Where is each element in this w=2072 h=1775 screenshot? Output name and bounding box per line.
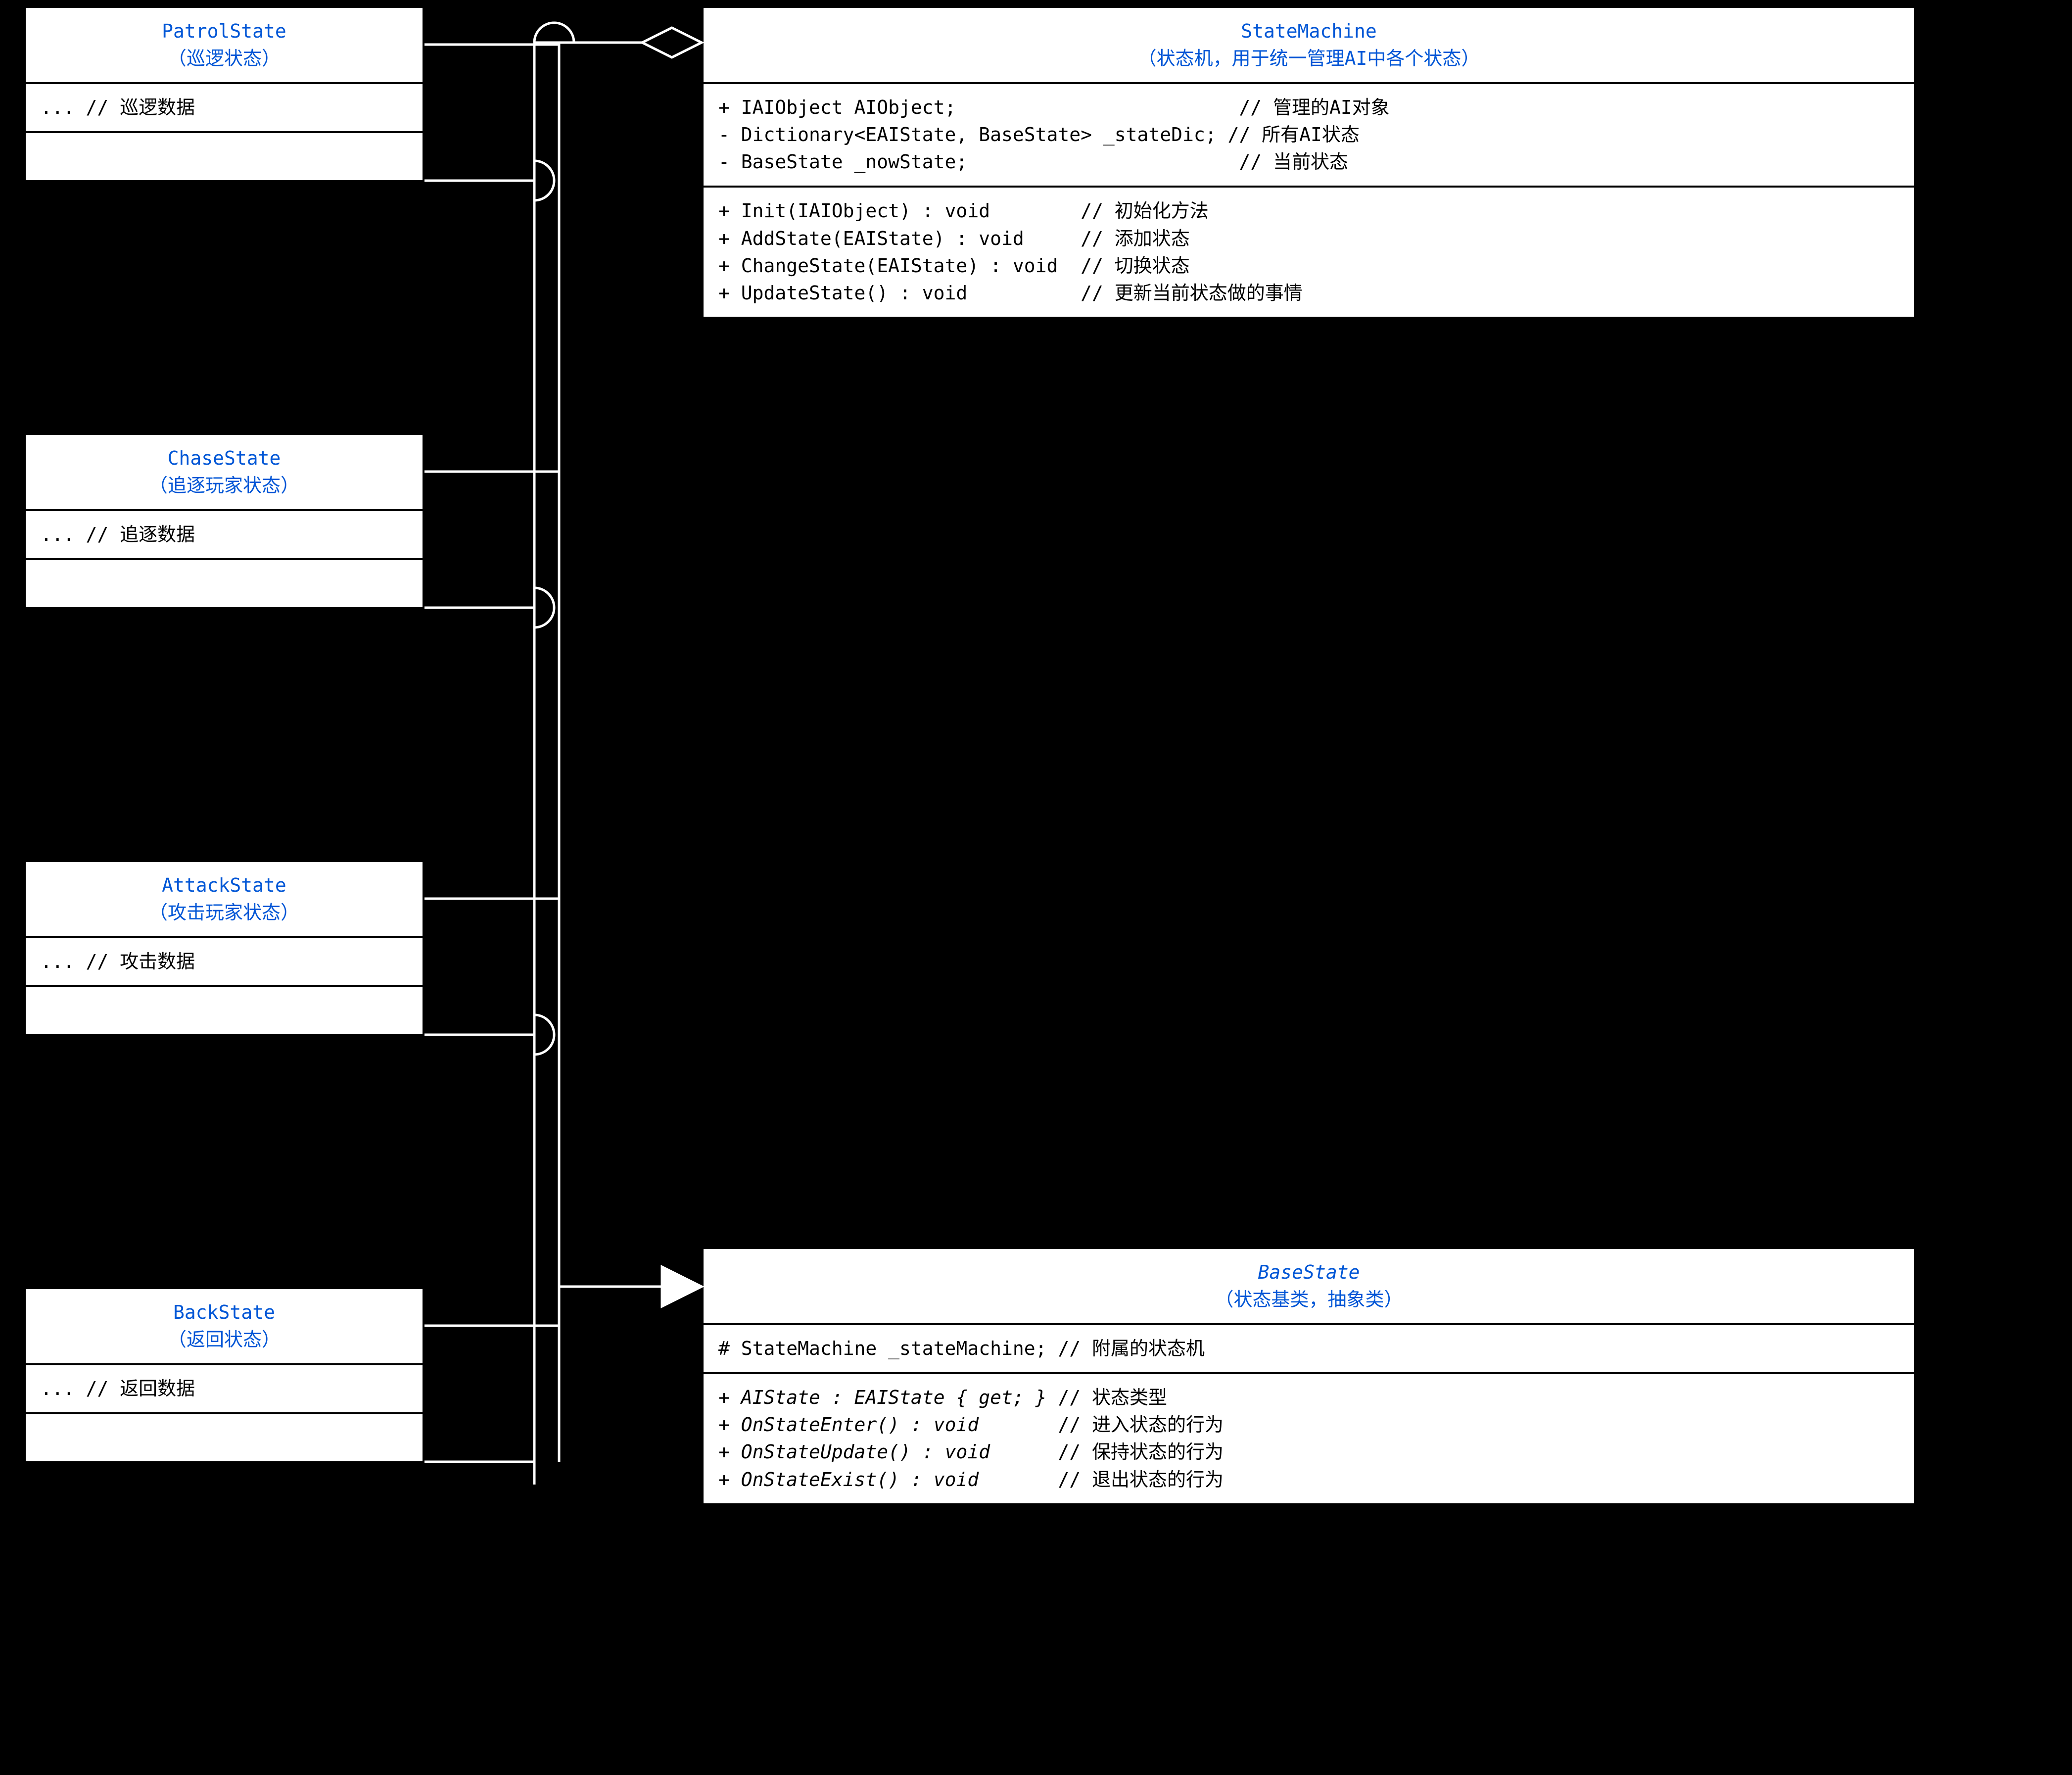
class-methods: [26, 558, 423, 607]
class-methods: [26, 131, 423, 180]
composition-diamond-icon: [642, 28, 702, 57]
class-name: BaseState: [718, 1259, 1899, 1286]
class-fields: + IAIObject AIObject; // 管理的AI对象 - Dicti…: [704, 82, 1914, 186]
class-methods: + Init(IAIObject) : void // 初始化方法 + AddS…: [704, 186, 1914, 316]
class-fields: ... // 巡逻数据: [26, 82, 423, 131]
inheritance-arrow-icon: [662, 1267, 702, 1306]
class-patrolstate: PatrolState （巡逻状态） ... // 巡逻数据: [24, 6, 424, 182]
class-basestate: BaseState （状态基类，抽象类） # StateMachine _sta…: [702, 1247, 1916, 1505]
class-fields: ... // 返回数据: [26, 1363, 423, 1412]
class-name: StateMachine: [718, 18, 1899, 45]
class-title: BackState （返回状态）: [26, 1289, 423, 1363]
class-name: PatrolState: [41, 18, 408, 45]
uml-canvas: StateMachine （状态机，用于统一管理AI中各个状态） + IAIOb…: [0, 0, 2072, 1775]
class-backstate: BackState （返回状态） ... // 返回数据: [24, 1287, 424, 1463]
class-chasestate: ChaseState （追逐玩家状态） ... // 追逐数据: [24, 433, 424, 609]
class-title: BaseState （状态基类，抽象类）: [704, 1249, 1914, 1323]
class-methods: [26, 985, 423, 1034]
class-methods: + AIState : EAIState { get; } // 状态类型+ O…: [704, 1372, 1914, 1503]
class-title: StateMachine （状态机，用于统一管理AI中各个状态）: [704, 8, 1914, 82]
class-fields: ... // 追逐数据: [26, 509, 423, 558]
class-subtitle: （状态机，用于统一管理AI中各个状态）: [718, 45, 1899, 72]
class-title: ChaseState （追逐玩家状态）: [26, 435, 423, 509]
class-attackstate: AttackState （攻击玩家状态） ... // 攻击数据: [24, 860, 424, 1036]
class-statemachine: StateMachine （状态机，用于统一管理AI中各个状态） + IAIOb…: [702, 6, 1916, 319]
class-name: AttackState: [41, 872, 408, 899]
class-subtitle: （攻击玩家状态）: [41, 899, 408, 926]
class-fields: ... // 攻击数据: [26, 936, 423, 985]
class-name: ChaseState: [41, 445, 408, 472]
class-subtitle: （状态基类，抽象类）: [718, 1286, 1899, 1313]
class-title: PatrolState （巡逻状态）: [26, 8, 423, 82]
class-subtitle: （返回状态）: [41, 1326, 408, 1353]
class-name: BackState: [41, 1299, 408, 1326]
class-methods: [26, 1412, 423, 1461]
class-fields: # StateMachine _stateMachine; // 附属的状态机: [704, 1323, 1914, 1372]
class-subtitle: （追逐玩家状态）: [41, 472, 408, 499]
class-subtitle: （巡逻状态）: [41, 45, 408, 72]
class-title: AttackState （攻击玩家状态）: [26, 862, 423, 936]
